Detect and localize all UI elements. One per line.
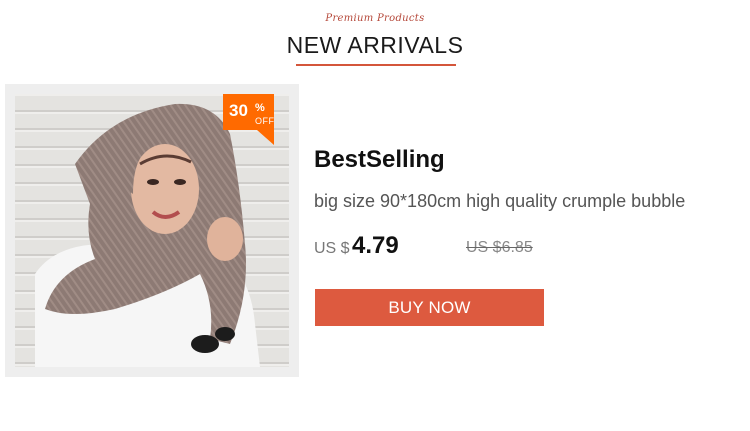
price-currency: US $	[314, 240, 350, 257]
product-name[interactable]: BestSelling	[314, 146, 445, 174]
title-underline	[296, 64, 456, 66]
section-subtitle: Premium Products	[325, 13, 425, 24]
badge-percent: %	[255, 102, 265, 114]
product-description[interactable]: big size 90*180cm high quality crumple b…	[314, 191, 685, 212]
original-price: US $6.85	[466, 239, 533, 256]
discount-badge: 30 % OFF	[223, 94, 274, 145]
section-title: NEW ARRIVALS	[286, 32, 464, 58]
buy-now-button[interactable]: BUY NOW	[315, 289, 544, 326]
badge-off-label: OFF	[255, 116, 275, 126]
section-header: Premium Products NEW ARRIVALS	[0, 0, 750, 72]
badge-number: 30	[229, 101, 248, 120]
price-value: 4.79	[352, 232, 399, 259]
